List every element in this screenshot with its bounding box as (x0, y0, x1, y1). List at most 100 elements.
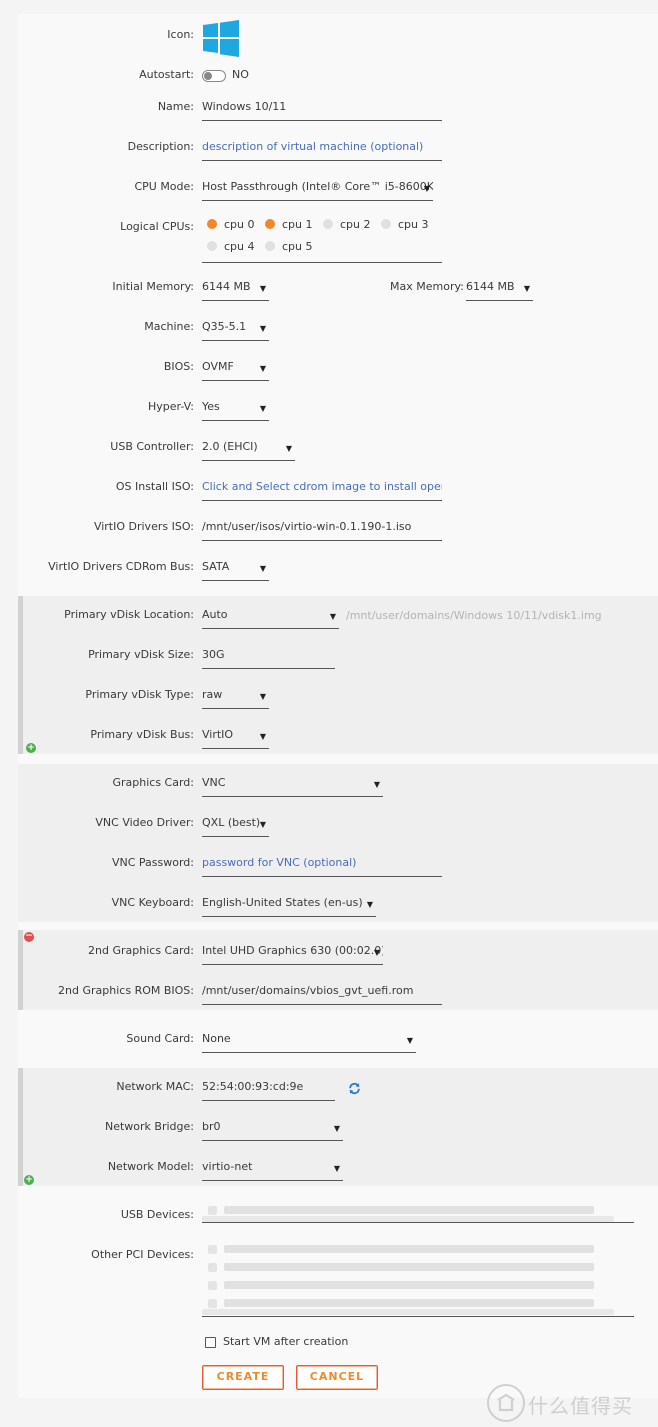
max-memory-select[interactable]: 6144 MB ▼ (466, 280, 533, 301)
vdisk-size-label: Primary vDisk Size: (88, 648, 194, 661)
logical-cpus-label: Logical CPUs: (120, 220, 194, 233)
watermark-logo (487, 1384, 525, 1422)
watermark-text: 什么值得买 (528, 1394, 633, 1418)
add-network-icon[interactable]: + (24, 1175, 34, 1185)
cpu-4-option[interactable]: cpu 4 (207, 240, 255, 253)
vnc-password-input[interactable]: password for VNC (optional) (202, 856, 442, 877)
usb-scrollbar[interactable] (202, 1216, 614, 1222)
vdisk-location-select[interactable]: Auto ▼ (202, 608, 339, 629)
radio-dot-icon (323, 219, 333, 229)
vdisk-bus-value: VirtIO (202, 728, 234, 741)
sound-card-value: None (202, 1032, 231, 1045)
refresh-icon[interactable] (348, 1082, 361, 1095)
cpu-2-option[interactable]: cpu 2 (323, 218, 371, 231)
graphics2-card-select[interactable]: Intel UHD Graphics 630 (00:02.0) ▼ (202, 944, 383, 965)
initial-memory-label: Initial Memory: (112, 280, 194, 293)
hyperv-label: Hyper-V: (147, 400, 194, 413)
cpu-3-option[interactable]: cpu 3 (381, 218, 429, 231)
initial-memory-select[interactable]: 6144 MB ▼ (202, 280, 269, 301)
cancel-button[interactable]: CANCEL (296, 1365, 378, 1390)
cpu-mode-select[interactable]: Host Passthrough (Intel® Core™ i5-8600K)… (202, 180, 433, 201)
chevron-down-icon: ▼ (259, 564, 266, 573)
machine-value: Q35-5.1 (202, 320, 247, 333)
start-after-checkbox[interactable] (205, 1337, 216, 1348)
cpu-mode-label: CPU Mode: (134, 180, 194, 193)
create-button[interactable]: CREATE (202, 1365, 284, 1390)
name-label: Name: (157, 100, 194, 113)
usb-controller-value: 2.0 (EHCI) (202, 440, 258, 453)
graphics2-rom-label: 2nd Graphics ROM BIOS: (58, 984, 194, 997)
chevron-down-icon: ▼ (373, 780, 380, 789)
virtio-bus-value: SATA (202, 560, 230, 573)
usb-devices-list[interactable] (202, 1200, 634, 1223)
chevron-down-icon: ▼ (523, 284, 530, 293)
usb-device-checkbox[interactable] (208, 1206, 217, 1215)
cpu-1-label: cpu 1 (282, 218, 313, 231)
vdisk-bus-select[interactable]: VirtIO ▼ (202, 728, 269, 749)
vnc-driver-value: QXL (best) (202, 816, 261, 829)
cpu-1-option[interactable]: cpu 1 (265, 218, 313, 231)
graphics2-rom-input[interactable]: /mnt/user/domains/vbios_gvt_uefi.rom (202, 984, 442, 1005)
pci-devices-list[interactable] (202, 1240, 634, 1317)
sound-card-select[interactable]: None ▼ (202, 1032, 416, 1053)
machine-select[interactable]: Q35-5.1 ▼ (202, 320, 269, 341)
windows-os-icon[interactable] (203, 20, 239, 57)
initial-memory-value: 6144 MB (202, 280, 251, 293)
network-model-label: Network Model: (107, 1160, 194, 1173)
os-iso-input[interactable]: Click and Select cdrom image to install … (202, 480, 442, 501)
vdisk-path-text: /mnt/user/domains/Windows 10/11/vdisk1.i… (346, 609, 602, 622)
cpu-2-label: cpu 2 (340, 218, 371, 231)
autostart-label: Autostart: (139, 68, 194, 81)
pci-device-item-blurred (224, 1281, 594, 1289)
pci-device-item-blurred (224, 1245, 594, 1253)
pci-scrollbar[interactable] (202, 1309, 614, 1315)
network-bridge-value: br0 (202, 1120, 221, 1133)
cpu-0-label: cpu 0 (224, 218, 255, 231)
pci-device-checkbox[interactable] (208, 1263, 217, 1272)
network-mac-input[interactable]: 52:54:00:93:cd:9e (202, 1080, 335, 1101)
bios-value: OVMF (202, 360, 234, 373)
chevron-down-icon: ▼ (259, 732, 266, 741)
section-divider (18, 930, 23, 1010)
vdisk-size-input[interactable]: 30G (202, 648, 335, 669)
cpu-5-option[interactable]: cpu 5 (265, 240, 313, 253)
chevron-down-icon: ▼ (406, 1036, 413, 1045)
description-input[interactable]: description of virtual machine (optional… (202, 140, 442, 161)
vdisk-type-select[interactable]: raw ▼ (202, 688, 269, 709)
pci-device-checkbox[interactable] (208, 1245, 217, 1254)
network-model-select[interactable]: virtio-net ▼ (202, 1160, 343, 1181)
chevron-down-icon: ▼ (259, 692, 266, 701)
hyperv-select[interactable]: Yes ▼ (202, 400, 269, 421)
cpu-0-option[interactable]: cpu 0 (207, 218, 255, 231)
usb-controller-select[interactable]: 2.0 (EHCI) ▼ (202, 440, 295, 461)
name-input[interactable]: Windows 10/11 (202, 100, 442, 121)
network-bridge-select[interactable]: br0 ▼ (202, 1120, 343, 1141)
bios-select[interactable]: OVMF ▼ (202, 360, 269, 381)
graphics-card-value: VNC (202, 776, 226, 789)
remove-graphics-icon[interactable]: − (24, 932, 34, 942)
graphics-card-label: Graphics Card: (112, 776, 194, 789)
radio-dot-icon (381, 219, 391, 229)
pci-device-checkbox[interactable] (208, 1281, 217, 1290)
pci-device-checkbox[interactable] (208, 1299, 217, 1308)
pci-device-item-blurred (224, 1299, 594, 1307)
chevron-down-icon: ▼ (366, 900, 373, 909)
vnc-keyboard-value: English-United States (en-us) (202, 896, 363, 909)
toggle-knob (204, 72, 212, 80)
chevron-down-icon: ▼ (423, 184, 430, 193)
add-vdisk-icon[interactable]: + (26, 743, 36, 753)
graphics2-card-label: 2nd Graphics Card: (88, 944, 194, 957)
os-iso-label: OS Install ISO: (115, 480, 194, 493)
chevron-down-icon: ▼ (373, 948, 380, 957)
usb-devices-label: USB Devices: (120, 1208, 194, 1221)
autostart-toggle[interactable] (202, 70, 226, 82)
vnc-keyboard-select[interactable]: English-United States (en-us) ▼ (202, 896, 376, 917)
radio-dot-icon (207, 241, 217, 251)
graphics-card-select[interactable]: VNC ▼ (202, 776, 383, 797)
network-model-value: virtio-net (202, 1160, 253, 1173)
vnc-driver-select[interactable]: QXL (best) ▼ (202, 816, 269, 837)
virtio-bus-select[interactable]: SATA ▼ (202, 560, 269, 581)
pci-device-item-blurred (224, 1263, 594, 1271)
virtio-iso-input[interactable]: /mnt/user/isos/virtio-win-0.1.190-1.iso (202, 520, 442, 541)
cpu-4-label: cpu 4 (224, 240, 255, 253)
